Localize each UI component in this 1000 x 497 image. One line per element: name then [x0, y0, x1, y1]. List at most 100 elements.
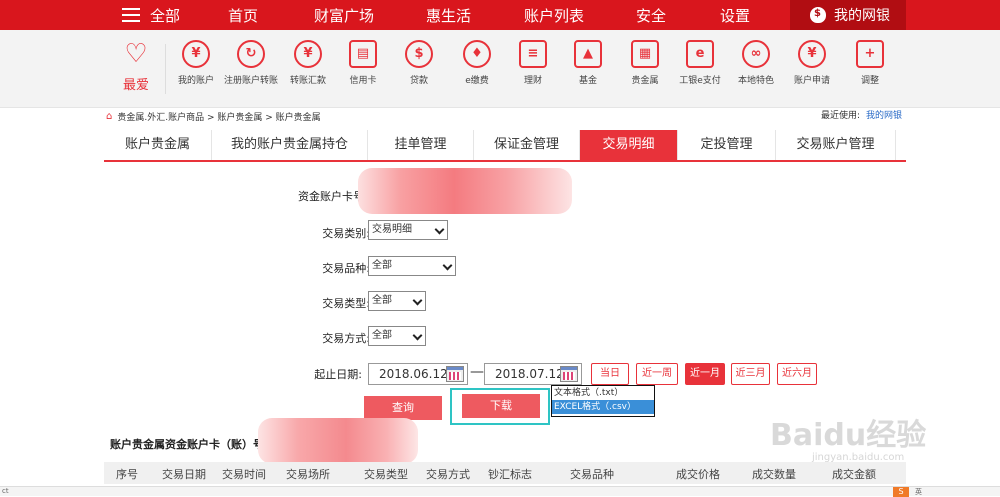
recent-link[interactable]: 我的网银 [866, 111, 902, 121]
nav-home[interactable]: 首页 [228, 5, 258, 26]
start-date-input[interactable]: 2018.06.12 [368, 363, 468, 385]
quick-label: 理财 [523, 76, 542, 86]
favorites-label: 最爱 [122, 78, 149, 93]
credit-card-icon: ▤ [349, 40, 377, 68]
quick-account-apply[interactable]: ¥ 账户申请 [782, 40, 842, 87]
quick-local[interactable]: ∞ 本地特色 [726, 40, 786, 87]
trade-type-label: 交易类型: [322, 297, 370, 310]
nav-wealth-square[interactable]: 财富广场 [314, 5, 374, 26]
th-variety: 交易品种 [570, 468, 614, 481]
quick-label: 本地特色 [737, 76, 774, 86]
th-amount: 成交金额 [832, 468, 876, 481]
download-format-dropdown[interactable]: 文本格式（.txt） EXCEL格式（.csv） [551, 385, 655, 417]
heart-icon: ♡ [124, 39, 148, 69]
th-trade-venue: 交易场所 [286, 468, 330, 481]
quick-credit-card[interactable]: ▤ 信用卡 [333, 40, 393, 87]
tab-transaction-details[interactable]: 交易明细 [580, 130, 678, 160]
finance-icon: ≡ [519, 40, 547, 68]
redacted-account-number [358, 168, 572, 214]
tab-order-management[interactable]: 挂单管理 [368, 130, 474, 160]
home-icon[interactable]: ⌂ [106, 111, 112, 122]
quick-register-transfer[interactable]: ↻ 注册账户转账 [221, 40, 281, 87]
chevron-down-icon [412, 295, 423, 306]
trade-method-value: 全部 [372, 330, 392, 341]
yen-icon: ¥ [182, 40, 210, 68]
favorites-button[interactable]: ♡ 最爱 [116, 38, 156, 93]
quick-label: 我的账户 [177, 76, 214, 86]
my-ebank-button[interactable]: 我的网银 [790, 0, 906, 30]
quick-finance[interactable]: ≡ 理财 [503, 40, 563, 87]
variety-label: 交易品种: [322, 262, 370, 275]
all-menu-button[interactable]: 全部 [122, 5, 180, 25]
money-bag-icon [810, 7, 826, 23]
option-txt[interactable]: 文本格式（.txt） [552, 386, 654, 400]
tab-margin-management[interactable]: 保证金管理 [474, 130, 580, 160]
trade-class-select[interactable]: 交易明细 [368, 220, 448, 240]
tab-bar: 账户贵金属 我的账户贵金属持仓 挂单管理 保证金管理 交易明细 定投管理 交易账… [104, 130, 906, 162]
range-month-button[interactable]: 近一月 [685, 363, 725, 385]
variety-select[interactable]: 全部 [368, 256, 456, 276]
quick-icbc-epay[interactable]: e 工银e支付 [670, 40, 730, 87]
tab-my-holdings[interactable]: 我的账户贵金属持仓 [212, 130, 368, 160]
nav-life[interactable]: 惠生活 [426, 5, 471, 26]
baidu-watermark-url: jingyan.baidu.com [812, 452, 905, 463]
range-6months-button[interactable]: 近六月 [777, 363, 817, 385]
chevron-down-icon [442, 260, 453, 271]
th-trade-date: 交易日期 [162, 468, 206, 481]
download-button[interactable]: 下载 [462, 394, 540, 418]
th-trade-time: 交易时间 [222, 468, 266, 481]
th-trade-type: 交易类型 [364, 468, 408, 481]
fund-chart-icon: ▲ [574, 40, 602, 68]
baidu-watermark: Baidu经验 [770, 418, 927, 453]
plus-icon: + [856, 40, 884, 68]
quick-my-account[interactable]: ¥ 我的账户 [166, 40, 226, 87]
trade-method-label: 交易方式: [322, 332, 370, 345]
quick-label: 信用卡 [349, 76, 377, 86]
local-icon: ∞ [742, 40, 770, 68]
quick-remit[interactable]: ¥ 转账汇款 [278, 40, 338, 87]
nav-settings[interactable]: 设置 [720, 5, 750, 26]
quick-loan[interactable]: $ 贷款 [389, 40, 449, 87]
transfer-icon: ↻ [237, 40, 265, 68]
drop-icon: ♦ [463, 40, 491, 68]
table-header: 序号 交易日期 交易时间 交易场所 交易类型 交易方式 钞汇标志 交易品种 成交… [104, 462, 906, 484]
top-nav: 全部 首页 财富广场 惠生活 账户列表 安全 设置 我的网银 [0, 0, 1000, 30]
trade-class-label: 交易类别: [322, 227, 370, 240]
trade-type-select[interactable]: 全部 [368, 291, 426, 311]
option-csv[interactable]: EXCEL格式（.csv） [552, 400, 654, 414]
trade-class-value: 交易明细 [372, 224, 412, 235]
range-week-button[interactable]: 近一周 [636, 363, 678, 385]
th-trade-method: 交易方式 [426, 468, 470, 481]
quick-label: 调整 [860, 76, 879, 86]
variety-value: 全部 [372, 260, 392, 271]
breadcrumb: ⌂ 贵金属.外汇.账户商品 > 账户贵金属 > 账户贵金属 [106, 108, 321, 124]
status-text: ct [2, 487, 9, 495]
query-button[interactable]: 查询 [364, 396, 442, 420]
quick-label: 账户申请 [793, 76, 830, 86]
range-today-button[interactable]: 当日 [591, 363, 629, 385]
tab-fixed-investment[interactable]: 定投管理 [678, 130, 776, 160]
tab-account-metal[interactable]: 账户贵金属 [104, 130, 212, 160]
quick-label: 注册账户转账 [223, 76, 278, 86]
chevron-down-icon [412, 330, 423, 341]
recent-label: 最近使用: [820, 111, 860, 121]
quick-precious-metal[interactable]: ▦ 贵金属 [615, 40, 675, 87]
nav-security[interactable]: 安全 [636, 5, 666, 26]
calendar-icon[interactable] [446, 366, 464, 382]
all-menu-label: 全部 [150, 6, 181, 25]
trade-method-select[interactable]: 全部 [368, 326, 426, 346]
quick-access-bar: ♡ 最爱 ¥ 我的账户 ↻ 注册账户转账 ¥ 转账汇款 ▤ 信用卡 $ 贷款 ♦… [0, 30, 1000, 108]
recent-used: 最近使用: 我的网银 [821, 108, 902, 124]
th-price: 成交价格 [676, 468, 720, 481]
calendar-icon[interactable] [560, 366, 578, 382]
hamburger-icon [122, 8, 140, 22]
breadcrumb-text: 贵金属.外汇.账户商品 > 账户贵金属 > 账户贵金属 [117, 112, 321, 123]
nav-account-list[interactable]: 账户列表 [524, 5, 584, 26]
range-3months-button[interactable]: 近三月 [731, 363, 770, 385]
end-date-input[interactable]: 2018.07.12 [484, 363, 582, 385]
quick-fund[interactable]: ▲ 基金 [558, 40, 618, 87]
th-quantity: 成交数量 [752, 468, 796, 481]
tab-trading-account[interactable]: 交易账户管理 [776, 130, 896, 160]
quick-adjust[interactable]: + 调整 [840, 40, 900, 87]
quick-epay-bills[interactable]: ♦ e缴费 [447, 40, 507, 87]
